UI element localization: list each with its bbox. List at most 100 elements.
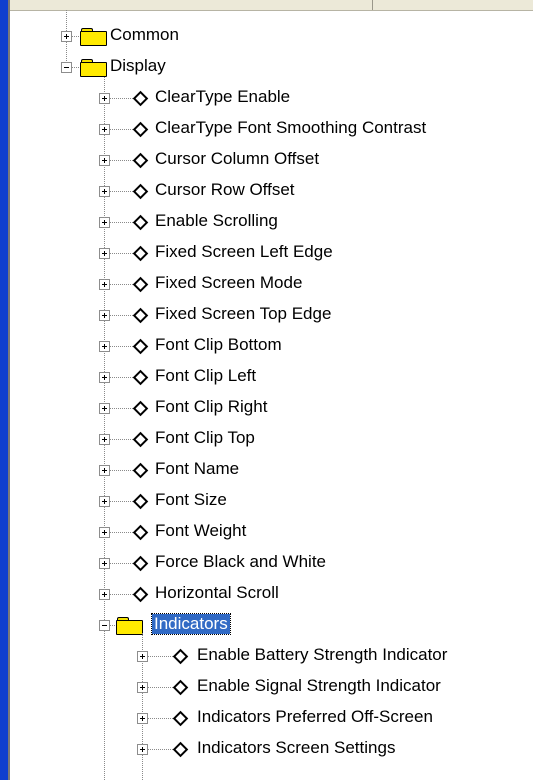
- expand-icon[interactable]: [99, 93, 110, 104]
- tree-item-setting[interactable]: Font Weight: [0, 516, 533, 547]
- tree-connector: [110, 129, 133, 130]
- setting-label[interactable]: Cursor Column Offset: [155, 149, 319, 169]
- diamond-icon: [132, 183, 149, 200]
- expand-icon[interactable]: [99, 155, 110, 166]
- expand-icon[interactable]: [137, 713, 148, 724]
- expand-icon[interactable]: [99, 341, 110, 352]
- tree-connector: [110, 532, 133, 533]
- diamond-icon: [132, 214, 149, 231]
- expand-icon[interactable]: [137, 744, 148, 755]
- expand-icon[interactable]: [99, 310, 110, 321]
- tree-item-setting[interactable]: Font Name: [0, 454, 533, 485]
- settings-tree[interactable]: Common Display ClearType Enable ClearType F…: [0, 10, 533, 780]
- setting-label[interactable]: ClearType Font Smoothing Contrast: [155, 118, 426, 138]
- diamond-icon: [172, 710, 189, 727]
- expand-icon[interactable]: [99, 527, 110, 538]
- folder-label-display[interactable]: Display: [110, 56, 166, 76]
- setting-label[interactable]: Enable Scrolling: [155, 211, 278, 231]
- setting-label[interactable]: Cursor Row Offset: [155, 180, 295, 200]
- expand-icon[interactable]: [99, 124, 110, 135]
- expand-icon[interactable]: [137, 651, 148, 662]
- tree-connector: [110, 253, 133, 254]
- tree-item-setting[interactable]: Font Clip Bottom: [0, 330, 533, 361]
- expand-icon[interactable]: [99, 589, 110, 600]
- expand-icon[interactable]: [99, 496, 110, 507]
- setting-label[interactable]: Font Clip Bottom: [155, 335, 282, 355]
- expand-icon[interactable]: [99, 558, 110, 569]
- tree-connector: [110, 377, 133, 378]
- diamond-icon: [132, 307, 149, 324]
- expand-icon[interactable]: [61, 31, 72, 42]
- diamond-icon: [132, 462, 149, 479]
- tree-item-setting[interactable]: Font Clip Left: [0, 361, 533, 392]
- tree-folder-common[interactable]: Common: [0, 20, 533, 51]
- tree-folder-indicators[interactable]: Indicators: [0, 609, 533, 640]
- tree-item-setting[interactable]: Fixed Screen Left Edge: [0, 237, 533, 268]
- tree-item-setting[interactable]: ClearType Font Smoothing Contrast: [0, 113, 533, 144]
- expand-icon[interactable]: [99, 248, 110, 259]
- expand-icon[interactable]: [99, 434, 110, 445]
- setting-label[interactable]: Font Clip Right: [155, 397, 267, 417]
- tree-connector: [72, 67, 79, 68]
- setting-label[interactable]: Force Black and White: [155, 552, 326, 572]
- tree-item-setting[interactable]: Font Clip Right: [0, 392, 533, 423]
- tree-item-setting[interactable]: ClearType Enable: [0, 82, 533, 113]
- indicator-setting-label[interactable]: Indicators Preferred Off-Screen: [197, 707, 433, 727]
- tree-connector: [148, 718, 173, 719]
- setting-label[interactable]: Font Clip Left: [155, 366, 256, 386]
- tree-connector: [110, 439, 133, 440]
- setting-label[interactable]: Fixed Screen Left Edge: [155, 242, 333, 262]
- tree-connector: [110, 470, 133, 471]
- tree-item-setting[interactable]: Force Black and White: [0, 547, 533, 578]
- tree-item-indicator-setting[interactable]: Indicators Screen Settings: [0, 733, 533, 764]
- diamond-icon: [172, 648, 189, 665]
- tree-item-setting[interactable]: Font Clip Top: [0, 423, 533, 454]
- folder-icon: [80, 28, 107, 46]
- tree-item-setting[interactable]: Fixed Screen Top Edge: [0, 299, 533, 330]
- folder-icon: [116, 617, 143, 635]
- tree-connector: [110, 346, 133, 347]
- tree-item-setting[interactable]: Font Size: [0, 485, 533, 516]
- indicator-setting-label[interactable]: Indicators Screen Settings: [197, 738, 395, 758]
- tree-item-indicator-setting[interactable]: Enable Signal Strength Indicator: [0, 671, 533, 702]
- setting-label[interactable]: Font Weight: [155, 521, 246, 541]
- tree-item-indicator-setting[interactable]: Enable Battery Strength Indicator: [0, 640, 533, 671]
- tree-item-setting[interactable]: Cursor Row Offset: [0, 175, 533, 206]
- expand-icon[interactable]: [137, 682, 148, 693]
- diamond-icon: [132, 121, 149, 138]
- diamond-icon: [132, 400, 149, 417]
- setting-label[interactable]: ClearType Enable: [155, 87, 290, 107]
- setting-label[interactable]: Font Clip Top: [155, 428, 255, 448]
- tree-item-setting[interactable]: Enable Scrolling: [0, 206, 533, 237]
- diamond-icon: [132, 555, 149, 572]
- indicator-setting-label[interactable]: Enable Signal Strength Indicator: [197, 676, 441, 696]
- setting-label[interactable]: Horizontal Scroll: [155, 583, 279, 603]
- folder-label-indicators[interactable]: Indicators: [151, 613, 231, 635]
- tree-connector: [148, 749, 173, 750]
- setting-label[interactable]: Fixed Screen Mode: [155, 273, 302, 293]
- expand-icon[interactable]: [99, 372, 110, 383]
- expand-icon[interactable]: [99, 465, 110, 476]
- diamond-icon: [132, 369, 149, 386]
- collapse-icon[interactable]: [99, 620, 110, 631]
- tree-connector: [110, 284, 133, 285]
- setting-label[interactable]: Font Size: [155, 490, 227, 510]
- tree-item-setting[interactable]: Horizontal Scroll: [0, 578, 533, 609]
- tree-item-setting[interactable]: Fixed Screen Mode: [0, 268, 533, 299]
- setting-label[interactable]: Fixed Screen Top Edge: [155, 304, 331, 324]
- tree-connector: [110, 98, 133, 99]
- expand-icon[interactable]: [99, 217, 110, 228]
- tree-item-indicator-setting[interactable]: Indicators Preferred Off-Screen: [0, 702, 533, 733]
- expand-icon[interactable]: [99, 403, 110, 414]
- column-divider[interactable]: [372, 0, 373, 10]
- collapse-icon[interactable]: [61, 62, 72, 73]
- folder-label-common[interactable]: Common: [110, 25, 179, 45]
- tree-connector: [110, 625, 115, 626]
- expand-icon[interactable]: [99, 186, 110, 197]
- setting-label[interactable]: Font Name: [155, 459, 239, 479]
- indicator-setting-label[interactable]: Enable Battery Strength Indicator: [197, 645, 447, 665]
- diamond-icon: [132, 90, 149, 107]
- tree-item-setting[interactable]: Cursor Column Offset: [0, 144, 533, 175]
- expand-icon[interactable]: [99, 279, 110, 290]
- tree-folder-display[interactable]: Display: [0, 51, 533, 82]
